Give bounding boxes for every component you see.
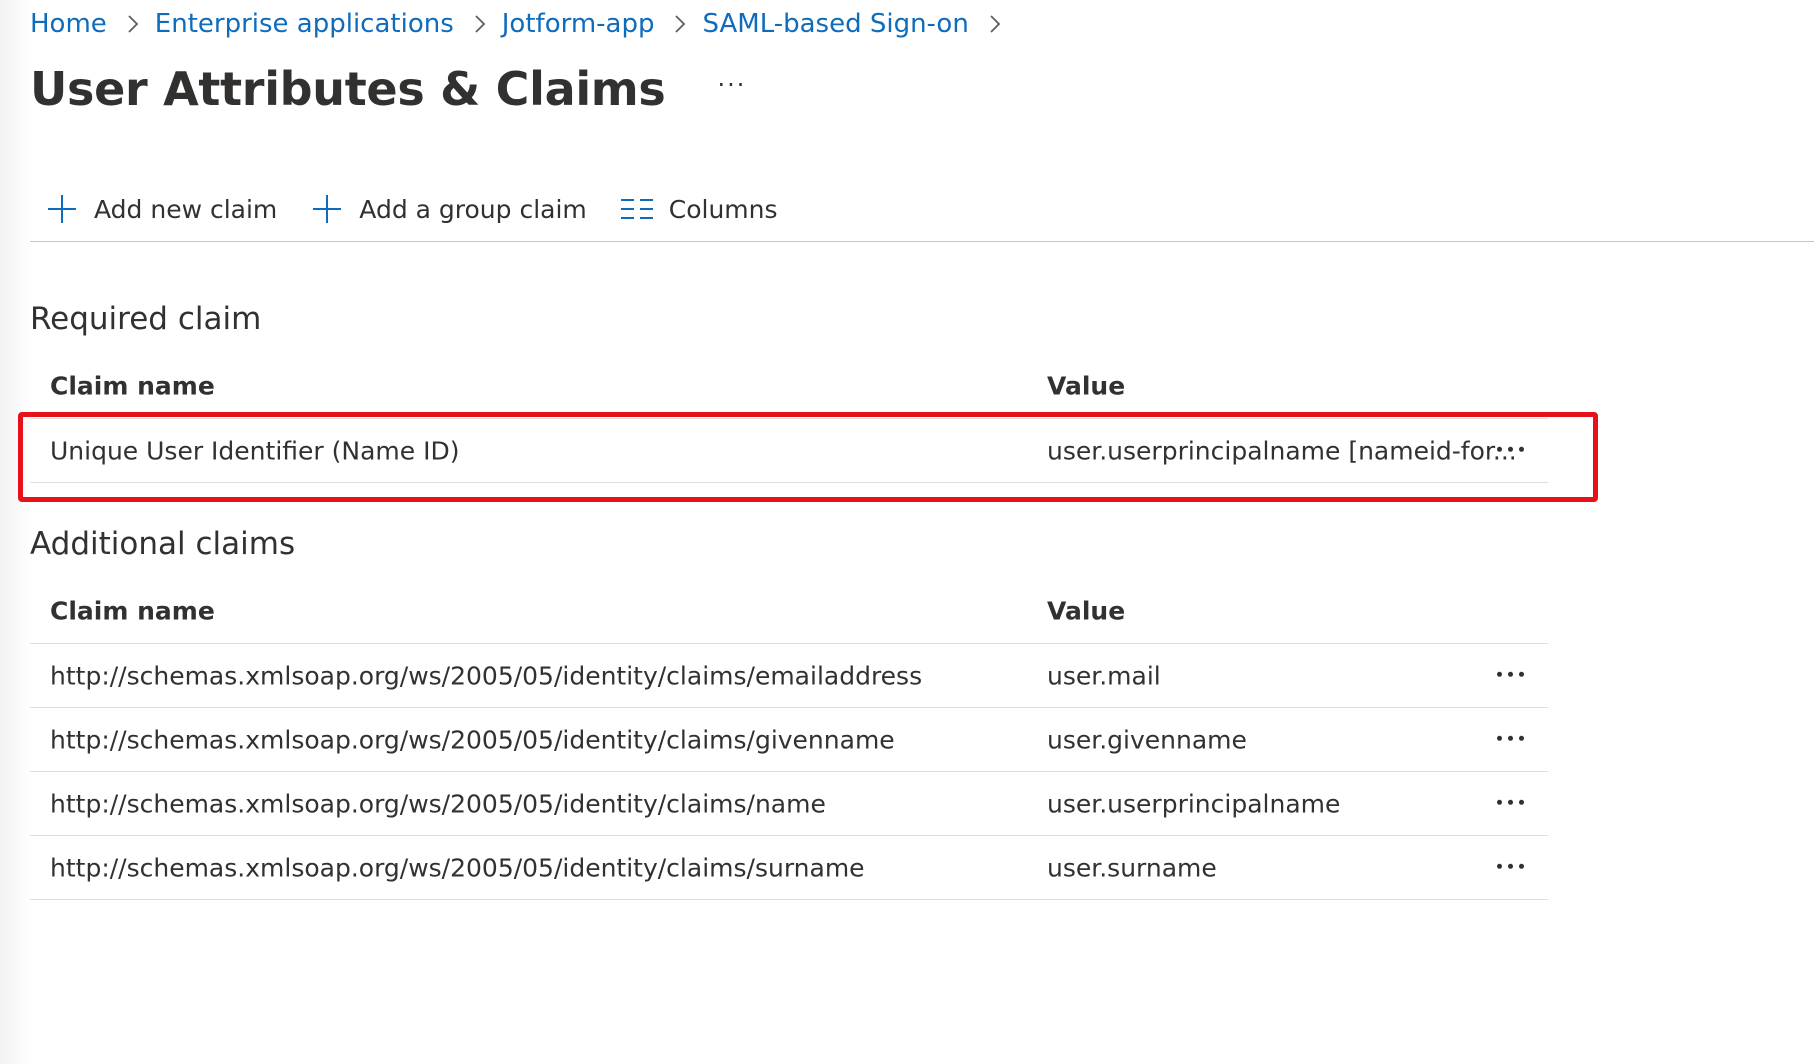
table-row[interactable]: http://schemas.xmlsoap.org/ws/2005/05/id… bbox=[30, 707, 1548, 771]
add-group-claim-label: Add a group claim bbox=[359, 194, 587, 224]
plus-icon bbox=[44, 191, 80, 227]
more-horizontal-icon[interactable] bbox=[1491, 440, 1530, 457]
more-horizontal-icon[interactable] bbox=[1491, 729, 1530, 746]
claim-value-cell: user.mail bbox=[1047, 661, 1161, 690]
chevron-right-icon bbox=[474, 14, 486, 34]
more-horizontal-icon[interactable] bbox=[1491, 857, 1530, 874]
table-row[interactable]: Unique User Identifier (Name ID) user.us… bbox=[30, 418, 1548, 483]
claim-name-cell: Unique User Identifier (Name ID) bbox=[50, 436, 460, 465]
more-horizontal-icon[interactable] bbox=[1491, 665, 1530, 682]
add-new-claim-button[interactable]: Add new claim bbox=[30, 191, 277, 227]
breadcrumb: Home Enterprise applications Jotform-app… bbox=[30, 6, 1017, 42]
columns-icon bbox=[619, 191, 655, 227]
breadcrumb-saml-sign-on[interactable]: SAML-based Sign-on bbox=[702, 9, 968, 39]
add-new-claim-label: Add new claim bbox=[94, 194, 278, 224]
add-group-claim-button[interactable]: Add a group claim bbox=[309, 191, 587, 227]
column-header-claim-name[interactable]: Claim name bbox=[50, 597, 215, 626]
toolbar-divider bbox=[30, 241, 1814, 242]
more-horizontal-icon[interactable] bbox=[1491, 793, 1530, 810]
claim-name-cell: http://schemas.xmlsoap.org/ws/2005/05/id… bbox=[50, 853, 865, 882]
additional-claims-heading: Additional claims bbox=[30, 526, 296, 562]
column-header-claim-name[interactable]: Claim name bbox=[50, 372, 215, 401]
table-header: Claim name Value bbox=[30, 579, 1548, 643]
claim-value-cell: user.givenname bbox=[1047, 725, 1247, 754]
columns-button[interactable]: Columns bbox=[619, 191, 778, 227]
claim-name-cell: http://schemas.xmlsoap.org/ws/2005/05/id… bbox=[50, 661, 923, 690]
chevron-right-icon bbox=[989, 14, 1001, 34]
columns-label: Columns bbox=[668, 194, 778, 224]
table-header: Claim name Value bbox=[30, 354, 1548, 418]
claim-value-cell: user.surname bbox=[1047, 853, 1217, 882]
claim-value-cell: user.userprincipalname [nameid-for... bbox=[1047, 436, 1517, 465]
column-header-value[interactable]: Value bbox=[1047, 597, 1125, 626]
command-bar: Add new claim Add a group claim Columns bbox=[30, 186, 810, 232]
required-claim-heading: Required claim bbox=[30, 301, 262, 337]
chevron-right-icon bbox=[674, 14, 686, 34]
table-row[interactable]: http://schemas.xmlsoap.org/ws/2005/05/id… bbox=[30, 643, 1548, 707]
breadcrumb-jotform-app[interactable]: Jotform-app bbox=[502, 9, 655, 39]
page-title: User Attributes & Claims bbox=[30, 62, 666, 116]
table-row[interactable]: http://schemas.xmlsoap.org/ws/2005/05/id… bbox=[30, 835, 1548, 900]
page-header: User Attributes & Claims ··· bbox=[30, 58, 746, 120]
left-edge-shade bbox=[0, 0, 32, 1064]
chevron-right-icon bbox=[127, 14, 139, 34]
column-header-value[interactable]: Value bbox=[1047, 372, 1125, 401]
required-claim-table: Claim name Value Unique User Identifier … bbox=[30, 354, 1548, 483]
claim-value-cell: user.userprincipalname bbox=[1047, 789, 1341, 818]
more-options-button[interactable]: ··· bbox=[718, 71, 747, 99]
claim-name-cell: http://schemas.xmlsoap.org/ws/2005/05/id… bbox=[50, 725, 895, 754]
breadcrumb-home[interactable]: Home bbox=[30, 9, 107, 39]
table-row[interactable]: http://schemas.xmlsoap.org/ws/2005/05/id… bbox=[30, 771, 1548, 835]
breadcrumb-enterprise-applications[interactable]: Enterprise applications bbox=[155, 9, 454, 39]
additional-claims-table: Claim name Value http://schemas.xmlsoap.… bbox=[30, 579, 1548, 900]
claim-name-cell: http://schemas.xmlsoap.org/ws/2005/05/id… bbox=[50, 789, 826, 818]
plus-icon bbox=[309, 191, 345, 227]
